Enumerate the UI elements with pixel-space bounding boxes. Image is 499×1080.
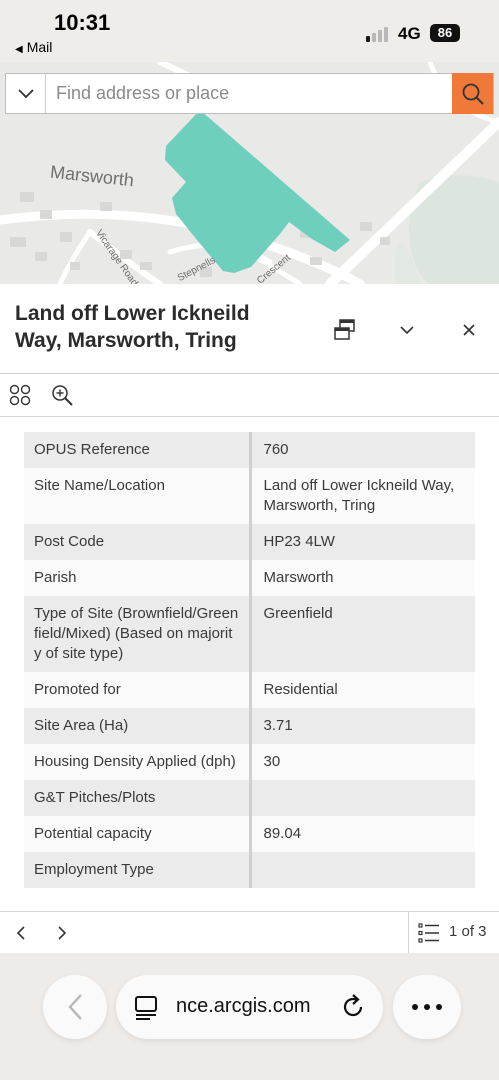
url-text: nce.arcgis.com <box>176 995 311 1017</box>
chevron-left-icon <box>68 994 82 1020</box>
back-triangle-icon: ◀ <box>15 44 23 55</box>
table-row: Site Area (Ha) 3.71 <box>24 708 475 744</box>
back-app-label: Mail <box>26 39 53 55</box>
attribute-value: Land off Lower Ickneild Way, Marsworth, … <box>250 468 475 524</box>
attribute-key: Potential capacity <box>24 816 252 852</box>
more-options-button[interactable] <box>393 975 461 1039</box>
attribute-key: Employment Type <box>24 852 252 888</box>
network-type: 4G <box>398 24 421 43</box>
search-input[interactable] <box>56 74 451 113</box>
back-to-app-link[interactable]: ◀ Mail <box>15 39 52 55</box>
dock-button[interactable] <box>332 317 358 343</box>
table-row: Promoted for Residential <box>24 672 475 708</box>
status-bar: 10:31 ◀ Mail 4G 86 <box>0 0 499 62</box>
search-icon <box>462 83 484 105</box>
table-row: Type of Site (Brownfield/Greenfield/Mixe… <box>24 596 475 672</box>
dock-icon <box>334 319 355 340</box>
zoom-to-button[interactable] <box>51 384 73 406</box>
cellular-signal-icon <box>366 26 390 42</box>
table-row: Site Name/Location Land off Lower Ickneil… <box>24 468 475 524</box>
feature-toolbar <box>0 374 499 416</box>
collapse-button[interactable] <box>396 319 418 341</box>
attribute-key: Type of Site (Brownfield/Greenfield/Mixe… <box>24 596 252 672</box>
previous-feature-button[interactable] <box>11 924 29 942</box>
feature-list-button[interactable] <box>418 922 440 944</box>
attribute-value: Greenfield <box>250 596 475 672</box>
attribute-key: Site Name/Location <box>24 468 252 524</box>
attribute-table: OPUS Reference 760 Site Name/Location Land… <box>24 432 475 888</box>
attribute-value: 760 <box>250 432 475 468</box>
attribute-key: OPUS Reference <box>24 432 252 468</box>
search-bar <box>5 73 494 114</box>
search-button[interactable] <box>452 73 493 114</box>
attribute-value: 89.04 <box>250 816 475 852</box>
attribute-value <box>250 780 475 816</box>
battery-icon: 86 <box>430 24 460 42</box>
search-source-dropdown[interactable] <box>6 74 46 113</box>
close-icon <box>463 324 475 336</box>
next-feature-button[interactable] <box>53 924 71 942</box>
browser-back-button[interactable] <box>43 975 107 1039</box>
attribute-value <box>250 852 475 888</box>
attribute-key: G&T Pitches/Plots <box>24 780 252 816</box>
chevron-down-icon <box>400 325 414 334</box>
divider <box>408 912 409 954</box>
table-row: Housing Density Applied (dph) 30 <box>24 744 475 780</box>
list-icon <box>418 923 439 943</box>
chevron-down-icon <box>17 88 34 98</box>
chevron-right-icon <box>57 926 66 940</box>
attribute-key: Promoted for <box>24 672 252 708</box>
status-time: 10:31 <box>54 10 111 35</box>
attribute-table-scroll[interactable]: OPUS Reference 760 Site Name/Location Land… <box>0 417 499 911</box>
table-row: Post Code HP23 4LW <box>24 524 475 560</box>
attribute-value: Residential <box>250 672 475 708</box>
reader-icon <box>135 996 157 1020</box>
address-bar[interactable]: nce.arcgis.com <box>116 975 383 1039</box>
attribute-key: Post Code <box>24 524 252 560</box>
battery-level: 86 <box>437 25 453 40</box>
feature-panel: Land off Lower Ickneild Way, Marsworth, … <box>0 284 499 954</box>
zoom-in-icon <box>52 385 73 406</box>
table-row: Parish Marsworth <box>24 560 475 596</box>
attribute-value: Marsworth <box>250 560 475 596</box>
attribute-value: 30 <box>250 744 475 780</box>
table-row: Employment Type <box>24 852 475 888</box>
reader-view-button[interactable] <box>134 995 160 1021</box>
table-row: Potential capacity 89.04 <box>24 816 475 852</box>
attribute-key: Site Area (Ha) <box>24 708 252 744</box>
attribute-key: Housing Density Applied (dph) <box>24 744 252 780</box>
attribute-value: HP23 4LW <box>250 524 475 560</box>
more-icon <box>412 1004 442 1010</box>
options-button[interactable] <box>9 384 31 406</box>
attribute-key: Parish <box>24 560 252 596</box>
feature-pager: 1 of 3 <box>0 911 499 954</box>
chevron-left-icon <box>16 926 25 940</box>
browser-toolbar: nce.arcgis.com <box>0 953 499 1080</box>
close-button[interactable] <box>458 319 480 341</box>
reload-button[interactable] <box>339 993 367 1021</box>
reload-icon <box>343 994 363 1017</box>
feature-title: Land off Lower Ickneild Way, Marsworth, … <box>15 302 250 352</box>
table-row: G&T Pitches/Plots <box>24 780 475 816</box>
grid-circles-icon <box>9 384 31 406</box>
screen: 10:31 ◀ Mail 4G 86 Marsworth Vicarage Ro… <box>0 0 499 1080</box>
table-row: OPUS Reference 760 <box>24 432 475 468</box>
attribute-value: 3.71 <box>250 708 475 744</box>
feature-count: 1 of 3 <box>449 923 487 940</box>
